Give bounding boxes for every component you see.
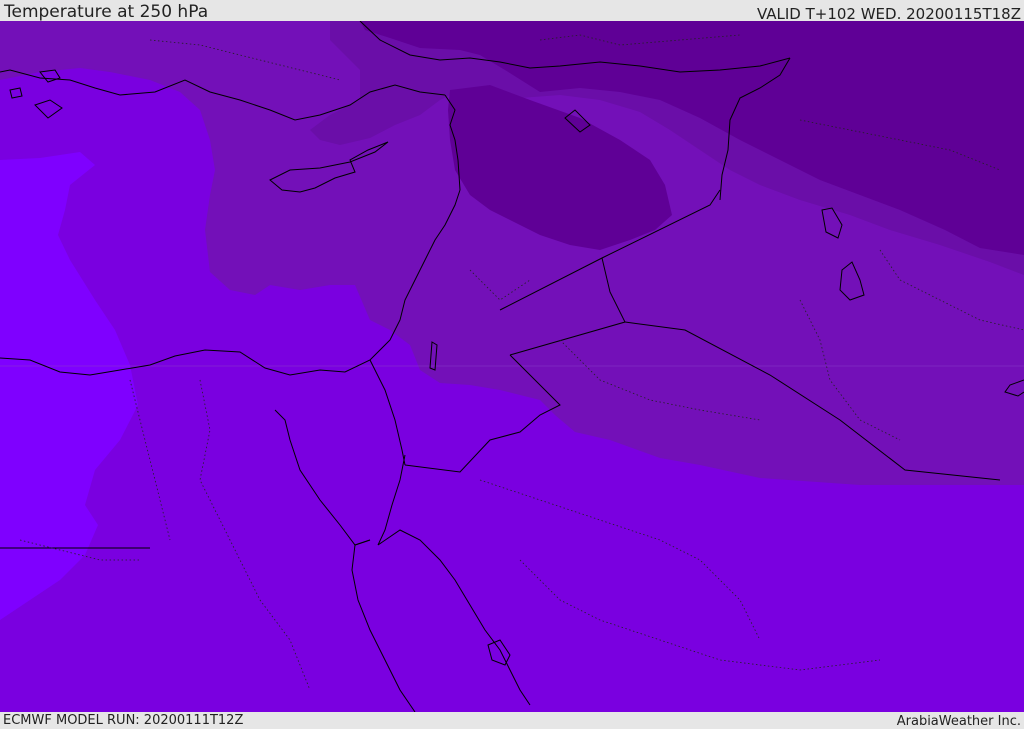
temperature-map	[0, 21, 1024, 712]
header-bar: Temperature at 250 hPa VALID T+102 WED. …	[0, 0, 1024, 23]
map-title: Temperature at 250 hPa	[4, 2, 209, 22]
map-page: Temperature at 250 hPa VALID T+102 WED. …	[0, 0, 1024, 729]
model-run-label: ECMWF MODEL RUN: 20200111T12Z	[3, 713, 244, 728]
credit-label: ArabiaWeather Inc.	[896, 714, 1021, 729]
footer-bar: ECMWF MODEL RUN: 20200111T12Z ArabiaWeat…	[0, 712, 1024, 729]
